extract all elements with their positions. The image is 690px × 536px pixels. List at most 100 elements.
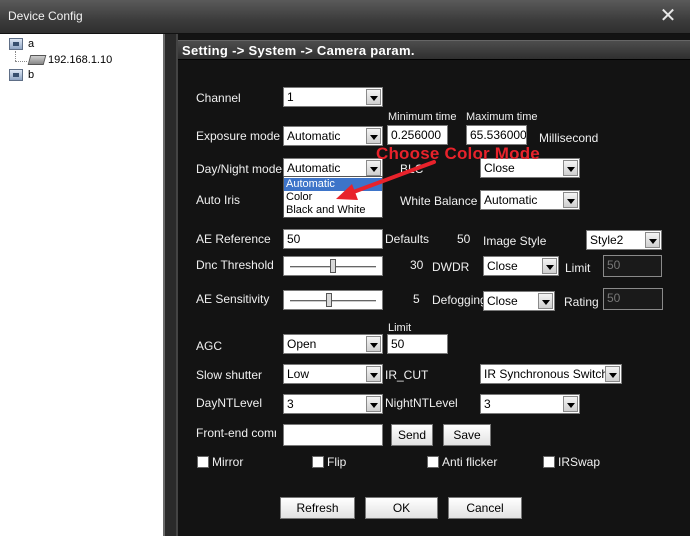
device-group-icon [9,38,23,50]
breadcrumb: Setting -> System -> Camera param. [178,40,690,60]
chevron-down-icon [366,366,381,382]
defaults-value: 50 [457,232,471,246]
ir-cut-select[interactable]: IR Synchronous Switch [480,364,622,384]
day-nt-level-label: DayNTLevel [196,396,263,410]
dnc-threshold-slider[interactable] [283,256,383,276]
checkbox-box[interactable] [427,456,439,468]
refresh-button[interactable]: Refresh [280,497,355,519]
chevron-down-icon [563,160,578,176]
exposure-label: Exposure mode [196,129,281,143]
tree-item-device[interactable]: 192.168.1.10 [48,53,112,67]
agc-value: Open [287,337,317,351]
agc-limit-label: Limit [388,322,412,334]
agc-select[interactable]: Open [283,334,383,354]
dwdr-limit-label: Limit [565,261,591,275]
ae-reference-input[interactable]: 50 [283,229,383,249]
ae-sensitivity-value: 5 [413,292,420,306]
irswap-label: IRSwap [558,455,601,469]
slow-shutter-label: Slow shutter [196,368,263,382]
night-nt-level-label: NightNTLevel [385,396,458,410]
max-time-input[interactable]: 65.536000 [466,125,527,145]
agc-limit-input[interactable]: 50 [387,334,448,354]
slider-thumb[interactable] [330,259,336,273]
night-nt-level-select[interactable]: 3 [480,394,580,414]
front-end-label: Front-end comma [196,426,276,440]
chevron-down-icon [563,192,578,208]
chevron-down-icon [645,232,660,248]
ae-reference-label: AE Reference [196,232,271,246]
checkbox-box[interactable] [543,456,555,468]
chevron-down-icon [542,258,557,274]
irswap-checkbox[interactable]: IRSwap [543,455,603,470]
defaults-label: Defaults [385,232,430,246]
flip-checkbox[interactable]: Flip [312,455,362,470]
flip-label: Flip [327,455,347,469]
white-balance-value: Automatic [484,193,538,207]
window-title: Device Config [8,9,83,23]
chevron-down-icon [605,366,620,382]
cancel-button[interactable]: Cancel [448,497,522,519]
dwdr-label: DWDR [432,260,470,274]
channel-label: Channel [196,91,241,105]
min-time-input[interactable]: 0.256000 [387,125,448,145]
image-style-value: Style2 [590,233,624,247]
ir-cut-value: IR Synchronous Switch [484,367,609,381]
device-tree: a 192.168.1.10 b [0,34,165,536]
breadcrumb-text: Setting -> System -> Camera param. [182,43,415,58]
device-group-icon [9,69,23,81]
dwdr-select[interactable]: Close [483,256,559,276]
anti-flicker-checkbox[interactable]: Anti flicker [427,455,507,470]
defogging-rating-label: Rating [564,295,599,309]
annotation-arrow-icon [336,160,436,200]
ae-sensitivity-slider[interactable] [283,290,383,310]
exposure-select[interactable]: Automatic [283,126,383,146]
title-bar: Device Config ✕ [0,0,690,34]
checkbox-box[interactable] [312,456,324,468]
option-black-and-white[interactable]: Black and White [284,204,382,217]
ae-sensitivity-label: AE Sensitivity [196,292,270,306]
camera-device-icon [27,55,47,65]
chevron-down-icon [366,396,381,412]
defogging-value: Close [487,294,518,308]
dnc-threshold-value: 30 [410,258,424,272]
tree-connector [15,61,27,62]
front-end-command-input[interactable] [283,424,383,446]
mirror-checkbox[interactable]: Mirror [197,455,257,470]
dwdr-limit-input[interactable]: 50 [603,255,662,277]
day-nt-level-value: 3 [287,397,294,411]
max-time-label: Maximum time [466,111,538,123]
image-style-label: Image Style [483,234,547,248]
auto-iris-label: Auto Iris [196,193,241,207]
defogging-rating-input[interactable]: 50 [603,288,663,310]
chevron-down-icon [366,128,381,144]
white-balance-select[interactable]: Automatic [480,190,580,210]
defogging-select[interactable]: Close [483,291,555,311]
day-nt-level-select[interactable]: 3 [283,394,383,414]
chevron-down-icon [366,336,381,352]
dnc-threshold-label: Dnc Threshold [196,258,274,272]
tree-item-a[interactable]: a [28,37,34,51]
chevron-down-icon [366,89,381,105]
channel-select[interactable]: 1 [283,87,383,107]
slider-thumb[interactable] [326,293,332,307]
dwdr-value: Close [487,259,518,273]
tree-item-b[interactable]: b [28,68,34,82]
chevron-down-icon [563,396,578,412]
ok-button[interactable]: OK [365,497,438,519]
day-night-label: Day/Night mode [196,162,283,176]
exposure-value: Automatic [287,129,341,143]
mirror-label: Mirror [212,455,244,469]
slider-track [290,300,376,302]
tree-connector [15,51,16,61]
slow-shutter-select[interactable]: Low [283,364,383,384]
image-style-select[interactable]: Style2 [586,230,662,250]
channel-value: 1 [287,90,294,104]
slow-shutter-value: Low [287,367,310,381]
min-time-label: Minimum time [388,111,457,123]
save-button[interactable]: Save [443,424,491,446]
night-nt-level-value: 3 [484,397,491,411]
send-button[interactable]: Send [391,424,433,446]
close-icon[interactable]: ✕ [656,4,680,28]
agc-label: AGC [196,339,223,353]
checkbox-box[interactable] [197,456,209,468]
